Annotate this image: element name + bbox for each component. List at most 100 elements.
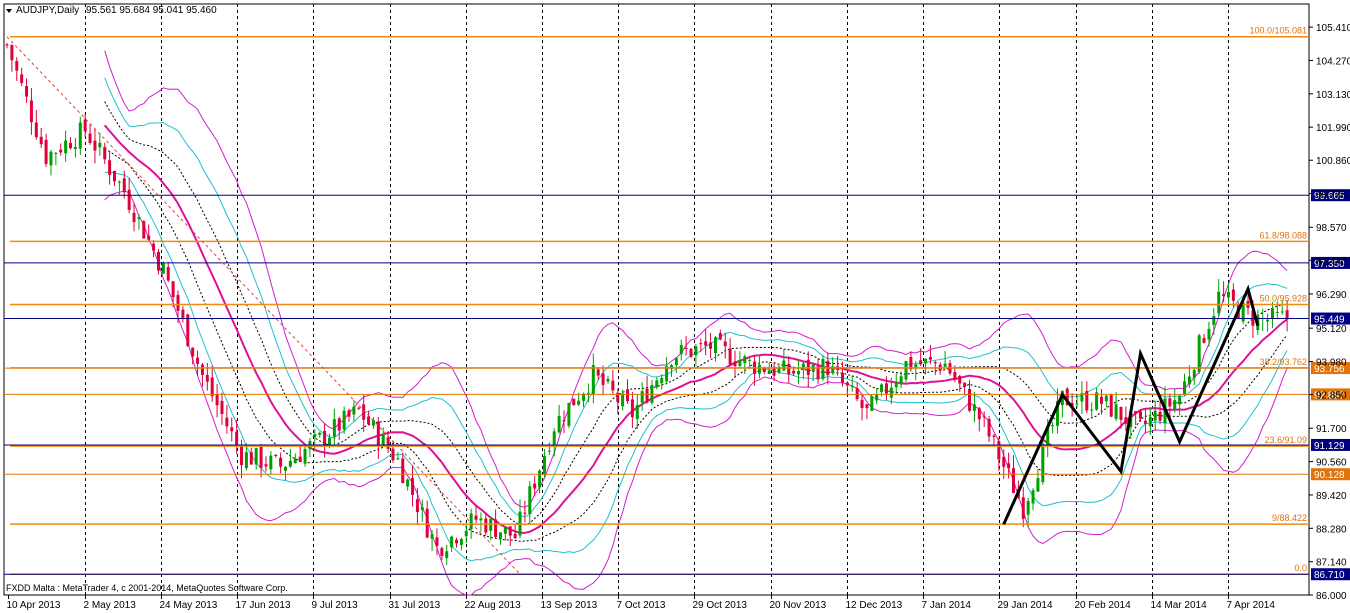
candle-body xyxy=(1173,400,1177,410)
candle-body xyxy=(1041,444,1045,483)
candle-body xyxy=(391,448,395,461)
candle-body xyxy=(1119,406,1123,420)
candle-body xyxy=(1012,468,1016,494)
candle-body xyxy=(274,455,278,457)
candle-body xyxy=(73,146,77,149)
candle-body xyxy=(69,142,73,149)
candle-body xyxy=(254,448,258,465)
candle-body xyxy=(1202,337,1206,343)
candle-body xyxy=(401,458,405,484)
candle-body xyxy=(792,370,796,374)
candle-body xyxy=(1285,310,1289,320)
candle-body xyxy=(108,160,112,175)
candle-body xyxy=(98,142,102,148)
candle-body xyxy=(733,361,737,367)
fib-label: 100.0/105.081 xyxy=(1249,26,1307,36)
candle-body xyxy=(684,348,688,350)
candle-body xyxy=(547,450,551,452)
candle-body xyxy=(1178,396,1182,405)
candle-body xyxy=(298,456,302,462)
candle-body xyxy=(435,537,439,546)
y-tick-label: 99.720 xyxy=(1316,190,1347,201)
y-tick-label: 86.000 xyxy=(1316,591,1347,602)
candle-body xyxy=(1104,395,1108,402)
candle-body xyxy=(117,181,121,183)
candle-body xyxy=(924,358,928,363)
candle-body xyxy=(884,383,888,394)
candle-body xyxy=(1036,478,1040,492)
candle-body xyxy=(1270,308,1274,319)
candle-body xyxy=(718,333,722,340)
candle-body xyxy=(606,378,610,382)
candle-body xyxy=(840,372,844,383)
candle-body xyxy=(196,357,200,364)
candle-body xyxy=(586,392,590,394)
candle-body xyxy=(132,212,136,223)
candle-body xyxy=(357,407,361,409)
candle-body xyxy=(337,418,341,431)
candle-body xyxy=(450,536,454,548)
candle-body xyxy=(122,178,126,193)
y-tick-label: 91.700 xyxy=(1316,424,1347,435)
candle-body xyxy=(533,483,537,489)
candle-body xyxy=(914,364,918,368)
candle-body xyxy=(1183,381,1187,395)
candle-body xyxy=(464,530,468,537)
candle-body xyxy=(1158,411,1162,421)
price-chart[interactable]: 99.66597.35095.44993.75692.85791.12990.1… xyxy=(0,0,1350,613)
candle-body xyxy=(1187,376,1191,385)
candle-body xyxy=(748,359,752,361)
candle-body xyxy=(494,519,498,537)
candle-body xyxy=(489,518,493,531)
x-tick-label: 22 Aug 2013 xyxy=(465,600,522,611)
candle-body xyxy=(54,153,58,155)
candle-body xyxy=(152,243,156,251)
candle-body xyxy=(762,368,766,373)
chart-header: AUDJPY,Daily 95.561 95.684 95.041 95.460 xyxy=(6,5,217,16)
candle-body xyxy=(1095,392,1099,410)
candle-body xyxy=(503,526,507,534)
candle-body xyxy=(1051,425,1055,427)
candle-body xyxy=(498,532,502,539)
candle-body xyxy=(142,221,146,239)
x-tick-label: 7 Jan 2014 xyxy=(922,600,972,611)
candle-body xyxy=(845,382,849,386)
candle-body xyxy=(757,364,761,374)
candle-body xyxy=(220,400,224,415)
candle-body xyxy=(562,420,566,422)
candle-body xyxy=(15,60,19,71)
candle-body xyxy=(25,85,29,97)
candle-body xyxy=(557,415,561,433)
candle-body xyxy=(528,486,532,515)
candle-body xyxy=(215,394,219,406)
candle-body xyxy=(244,452,248,469)
candle-body xyxy=(1143,420,1147,424)
candle-body xyxy=(147,235,151,240)
candle-body xyxy=(1021,497,1025,519)
y-tick-label: 97.440 xyxy=(1316,256,1347,267)
candle-body xyxy=(660,377,664,384)
candle-body xyxy=(933,362,937,364)
ohlc-values: 95.561 95.684 95.041 95.460 xyxy=(86,5,217,16)
candle-body xyxy=(78,122,82,149)
candle-body xyxy=(112,170,116,182)
candle-body xyxy=(352,406,356,415)
candle-body xyxy=(1153,410,1157,421)
x-tick-label: 9 Jul 2013 xyxy=(312,600,359,611)
candle-body xyxy=(767,370,771,375)
x-tick-label: 24 May 2013 xyxy=(160,600,218,611)
candle-body xyxy=(797,370,801,375)
y-tick-label: 89.420 xyxy=(1316,491,1347,502)
y-tick-label: 92.850 xyxy=(1316,391,1347,402)
candle-body xyxy=(479,518,483,521)
candle-body xyxy=(572,398,576,406)
candle-body xyxy=(425,508,429,538)
candle-body xyxy=(200,364,204,375)
candle-body xyxy=(1222,294,1226,296)
candle-body xyxy=(689,348,693,357)
candle-body xyxy=(420,507,424,510)
candle-body xyxy=(953,372,957,380)
candle-body xyxy=(611,380,615,391)
candle-body xyxy=(591,365,595,395)
candle-body xyxy=(1192,369,1196,378)
